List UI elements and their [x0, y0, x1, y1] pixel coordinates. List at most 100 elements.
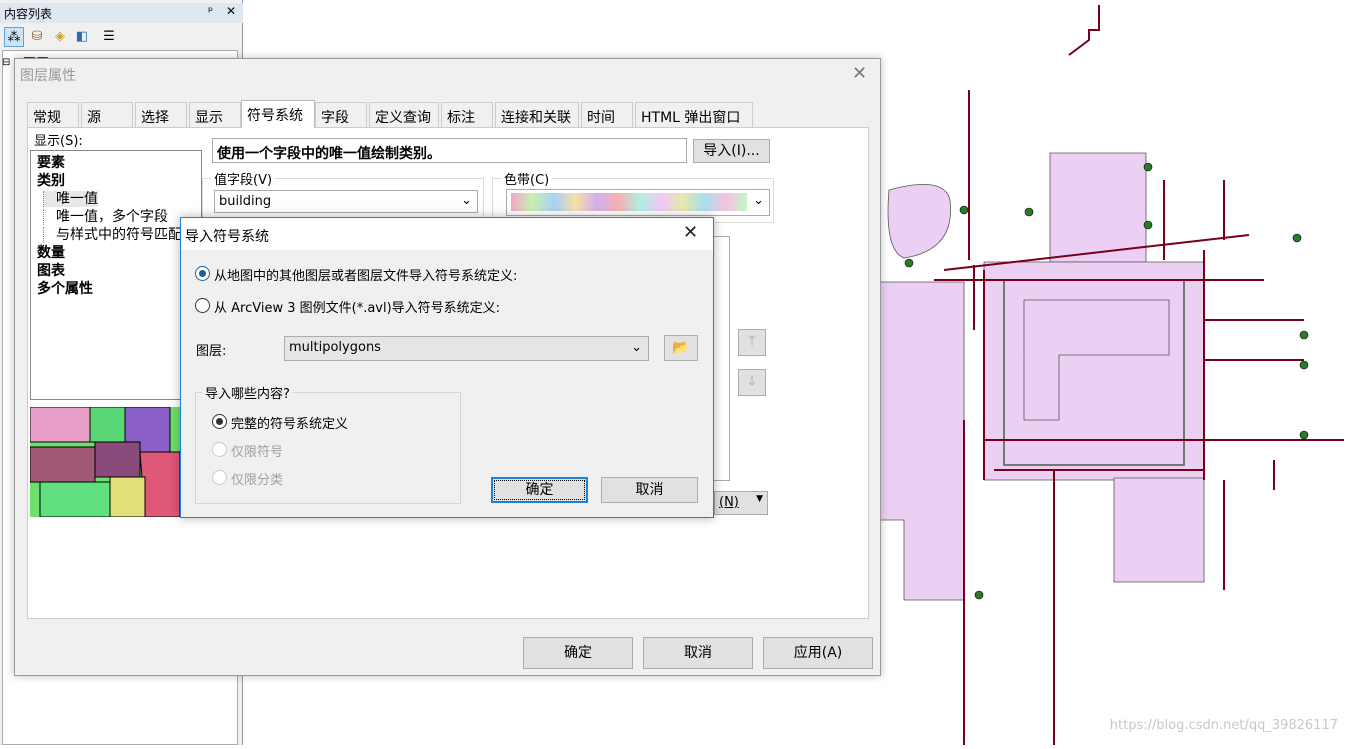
move-up-button[interactable]: 🡑 [738, 329, 766, 356]
show-list-item-label: 要素 [37, 155, 65, 171]
advanced-combo-label: (N) [719, 495, 739, 510]
layer-label: 图层: [196, 344, 227, 359]
show-list-item[interactable]: 数量 [37, 242, 65, 262]
chevron-down-icon: ⌄ [753, 193, 764, 208]
preview-image [30, 407, 182, 517]
option-map-label[interactable]: 从地图中的其他图层或者图层文件导入符号系统定义: [214, 265, 517, 284]
radio-import-from-map[interactable] [195, 266, 210, 281]
road [1068, 5, 1100, 56]
show-list[interactable]: 要素类别唯一值唯一值，多个字段 与样式中的符号匹配 数量图表多个属性 [30, 150, 202, 400]
browse-folder-button[interactable]: 📂 [664, 335, 698, 361]
symbols-only-label[interactable]: 仅限符号 [231, 441, 283, 460]
tab-2[interactable]: 选择 [135, 102, 187, 127]
map-point [1299, 360, 1309, 370]
map-polygon [879, 281, 965, 601]
map-point [1143, 162, 1153, 172]
map-point [1292, 233, 1302, 243]
close-icon[interactable]: ✕ [683, 222, 698, 243]
value-field-value: building [219, 194, 272, 209]
map-point [959, 205, 969, 215]
list-by-visibility-icon[interactable]: ◈ [50, 27, 70, 47]
watermark: https://blog.csdn.net/qq_39826117 [1109, 718, 1338, 733]
map-point [1299, 430, 1309, 440]
show-list-item[interactable]: 与样式中的符号匹配 [43, 224, 182, 244]
tab-5[interactable]: 字段 [315, 102, 367, 127]
list-by-selection-icon[interactable]: ◧ [72, 27, 92, 47]
map-point [1143, 220, 1153, 230]
import-symbology-dialog: 导入符号系统 ✕ 从地图中的其他图层或者图层文件导入符号系统定义: 从 ArcV… [180, 217, 714, 518]
import-button[interactable]: 导入(I)... [693, 139, 770, 163]
map-polygon [1049, 152, 1147, 263]
move-down-button[interactable]: 🡓 [738, 369, 766, 396]
import-dialog-title: 导入符号系统 [185, 229, 269, 245]
cancel-button[interactable]: 取消 [643, 637, 753, 669]
advanced-combo[interactable]: (N) ▼ [714, 491, 768, 515]
show-list-item[interactable]: 图表 [37, 260, 65, 280]
tab-9[interactable]: 时间 [581, 102, 633, 127]
chevron-down-icon: ⌄ [461, 193, 472, 208]
show-list-item-label: 唯一值，多个字段 [43, 209, 168, 225]
show-list-item[interactable]: 类别 [37, 170, 65, 190]
pin-icon[interactable]: ᵖ [208, 4, 213, 18]
show-list-item[interactable]: 多个属性 [37, 278, 93, 298]
show-list-item-label: 类别 [37, 173, 65, 189]
tab-10[interactable]: HTML 弹出窗口 [635, 102, 753, 127]
tab-0[interactable]: 常规 [27, 102, 79, 127]
toc-title: 内容列表 [4, 7, 53, 21]
dialog-title: 图层属性 [20, 68, 76, 84]
toc-toolbar: ⁂ ⛁ ◈ ◧ ☰ [0, 24, 243, 49]
tab-7[interactable]: 标注 [441, 102, 493, 127]
apply-button[interactable]: 应用(A) [763, 637, 873, 669]
tab-4[interactable]: 符号系统 [241, 100, 315, 128]
tab-6[interactable]: 定义查询 [369, 102, 439, 127]
map-point [974, 590, 984, 600]
show-list-item[interactable]: 唯一值，多个字段 [43, 206, 168, 226]
show-list-item[interactable]: 唯一值 [43, 188, 98, 208]
radio-symbols-only[interactable] [212, 442, 227, 457]
radio-import-from-avl[interactable] [195, 298, 210, 313]
show-list-item[interactable]: 要素 [37, 152, 65, 172]
show-list-item-label: 图表 [37, 263, 65, 279]
tab-1[interactable]: 源 [81, 102, 133, 127]
classification-only-label[interactable]: 仅限分类 [231, 469, 283, 488]
folder-open-icon: 📂 [672, 340, 690, 356]
collapse-icon[interactable]: ⊟ [2, 57, 10, 68]
options-icon[interactable]: ☰ [99, 27, 119, 47]
show-label: 显示(S): [34, 134, 83, 149]
show-list-item-label: 数量 [37, 245, 65, 261]
list-by-drawing-order-icon[interactable]: ⁂ [4, 27, 24, 47]
import-ok-button[interactable]: 确定 [491, 477, 588, 503]
show-list-item-label: 唯一值 [43, 191, 98, 207]
layer-select[interactable]: multipolygons ⌄ [284, 336, 649, 361]
list-by-source-icon[interactable]: ⛁ [27, 27, 47, 47]
radio-classification-only[interactable] [212, 470, 227, 485]
color-ramp-swatch [511, 193, 747, 211]
ok-button[interactable]: 确定 [523, 637, 633, 669]
toc-title-bar: 内容列表 ᵖ ✕ [0, 3, 243, 23]
full-symbology-label[interactable]: 完整的符号系统定义 [231, 413, 348, 432]
close-icon[interactable]: ✕ [226, 4, 236, 18]
layer-select-value: multipolygons [289, 340, 381, 355]
map-point [1024, 207, 1034, 217]
dropdown-arrow-icon: ▼ [756, 494, 763, 504]
tab-8[interactable]: 连接和关联 [495, 102, 579, 127]
import-dialog-titlebar: 导入符号系统 ✕ [181, 218, 713, 250]
import-what-label: 导入哪些内容? [202, 383, 293, 402]
tab-3[interactable]: 显示 [189, 102, 241, 127]
color-ramp-select[interactable]: ⌄ [506, 189, 770, 216]
renderer-heading: 使用一个字段中的唯一值绘制类别。 [212, 138, 687, 163]
map-point [904, 258, 914, 268]
radio-full-symbology[interactable] [212, 414, 227, 429]
color-ramp-label: 色带(C) [501, 169, 553, 188]
value-field-label: 值字段(V) [211, 169, 276, 188]
import-cancel-button[interactable]: 取消 [601, 477, 698, 503]
chevron-down-icon: ⌄ [631, 340, 642, 355]
map-point [1299, 330, 1309, 340]
map-polygon [983, 261, 1205, 481]
value-field-select[interactable]: building ⌄ [214, 190, 478, 213]
option-avl-label[interactable]: 从 ArcView 3 图例文件(*.avl)导入符号系统定义: [214, 297, 500, 316]
close-icon[interactable]: ✕ [852, 63, 867, 84]
show-list-item-label: 多个属性 [37, 281, 93, 297]
map-polygon [1113, 477, 1205, 583]
map-polygon [887, 184, 952, 259]
